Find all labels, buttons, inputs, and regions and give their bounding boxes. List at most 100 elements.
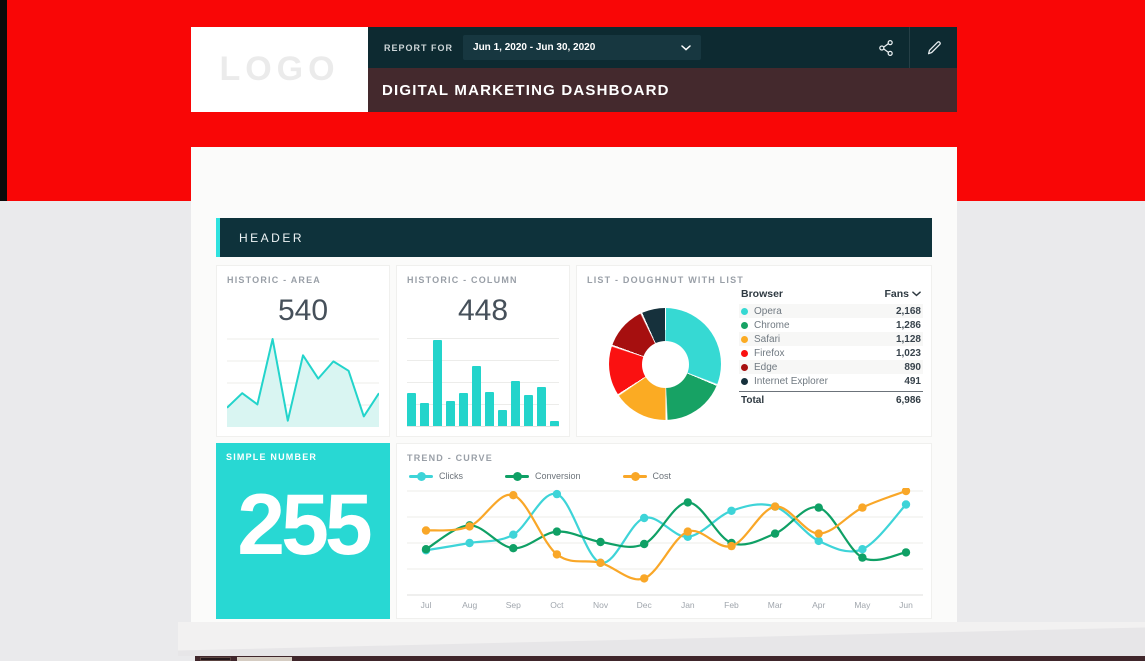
trend-x-axis-labels: Jul Aug Sep Oct Nov Dec Jan Feb Mar Apr May Jun	[407, 600, 923, 614]
legend-label: Clicks	[439, 471, 463, 481]
table-rows: Opera 2,168 Chrome 1,286 Safari 1,128 Firefox 1…	[739, 304, 923, 388]
column-header-browser: Browser	[741, 288, 784, 300]
fans-value: 2,168	[895, 305, 921, 317]
share-icon	[878, 39, 893, 56]
fans-value: 1,023	[895, 347, 921, 359]
legend-item[interactable]: Cost	[622, 471, 672, 481]
page-fold-decoration	[178, 622, 1145, 656]
column-bar	[472, 365, 481, 426]
left-edge-strip	[0, 0, 7, 201]
fans-value: 890	[904, 361, 921, 373]
column-bar	[498, 409, 507, 426]
sort-chevron-down-icon	[912, 291, 921, 297]
card-historic-area: HISTORIC - AREA 540	[216, 265, 390, 437]
month-label: Sep	[505, 600, 521, 610]
browser-label: Edge	[754, 361, 778, 373]
browser-label: Opera	[754, 305, 782, 317]
dashboard-page: LOGO REPORT FOR Jun 1, 2020 - Jun 30, 20…	[0, 0, 1145, 661]
table-row: Internet Explorer 491	[739, 374, 923, 388]
table-total-row: Total 6,986	[739, 391, 923, 409]
total-value: 6,986	[895, 395, 921, 406]
series-color-dot	[741, 377, 748, 385]
fans-value: 1,128	[895, 333, 921, 345]
logo: LOGO	[191, 27, 368, 112]
card-simple-number: SIMPLE NUMBER 255	[216, 443, 390, 619]
table-row: Safari 1,128	[739, 332, 923, 346]
header-banner-label: HEADER	[239, 230, 305, 245]
browser-label: Internet Explorer	[754, 375, 828, 387]
month-label: May	[854, 600, 871, 610]
column-header-fans-sort[interactable]: Fans	[884, 288, 921, 300]
month-label: Aug	[462, 600, 478, 610]
doughnut-chart	[609, 308, 721, 420]
report-panel: HEADER HISTORIC - AREA 540 HISTORIC - CO…	[191, 147, 957, 622]
card-title: HISTORIC - COLUMN	[407, 275, 518, 285]
trend-line-chart	[407, 488, 923, 598]
chevron-down-icon	[681, 44, 691, 51]
header-banner: HEADER	[216, 218, 932, 257]
series-color-dot	[741, 349, 748, 357]
area-chart	[227, 335, 379, 427]
total-label: Total	[741, 395, 765, 406]
month-label: Jan	[680, 600, 695, 610]
month-label: Dec	[636, 600, 652, 610]
column-bar	[446, 400, 455, 426]
column-bar	[524, 395, 533, 426]
card-doughnut-list: LIST - DOUGHNUT WITH LIST Browser Fans O…	[576, 265, 932, 437]
series-color-dot	[741, 363, 748, 371]
column-bar	[537, 386, 546, 426]
series-color-dot	[741, 321, 748, 329]
month-label: Jul	[420, 600, 432, 610]
column-bar	[459, 393, 468, 426]
legend-line-icon	[622, 471, 647, 481]
historic-column-value: 448	[457, 294, 509, 327]
column-bar	[485, 392, 494, 426]
table-header: Browser Fans	[739, 286, 923, 304]
column-bar	[420, 403, 429, 426]
browser-label: Firefox	[754, 347, 785, 359]
card-title: TREND - CURVE	[407, 453, 493, 463]
card-title: LIST - DOUGHNUT WITH LIST	[587, 275, 744, 285]
fans-value: 491	[904, 375, 921, 387]
edit-button[interactable]	[910, 27, 957, 68]
series-color-dot	[741, 307, 748, 315]
table-row: Firefox 1,023	[739, 346, 923, 360]
table-row: Opera 2,168	[739, 304, 923, 318]
next-page-edge	[195, 656, 1145, 661]
doughnut-hole	[641, 340, 689, 388]
legend-item[interactable]: Clicks	[409, 471, 463, 481]
column-bar	[407, 393, 416, 426]
month-label: Oct	[550, 600, 564, 610]
legend-item[interactable]: Conversion	[505, 471, 581, 481]
table-row: Chrome 1,286	[739, 318, 923, 332]
date-range-dropdown[interactable]: Jun 1, 2020 - Jun 30, 2020	[463, 35, 702, 60]
date-range-value: Jun 1, 2020 - Jun 30, 2020	[473, 42, 596, 53]
browser-fans-table: Browser Fans Opera 2,168 Chrome 1,286 Safari…	[739, 286, 923, 409]
simple-number-value: 255	[237, 477, 373, 573]
browser-label: Safari	[754, 333, 781, 345]
month-label: Jun	[899, 600, 913, 610]
trend-legend: Clicks Conversion Cost	[409, 471, 921, 481]
dashboard-title: DIGITAL MARKETING DASHBOARD	[382, 81, 670, 99]
month-label: Nov	[592, 600, 609, 610]
table-row: Edge 890	[739, 360, 923, 374]
report-for-label: REPORT FOR	[384, 42, 454, 53]
topbar-actions	[862, 27, 957, 68]
month-label: Apr	[812, 600, 826, 610]
card-historic-column: HISTORIC - COLUMN 448	[396, 265, 570, 437]
series-color-dot	[741, 335, 748, 343]
legend-line-icon	[505, 471, 529, 481]
column-bar	[433, 339, 442, 426]
card-title: HISTORIC - AREA	[227, 275, 322, 285]
column-bar	[511, 380, 520, 426]
report-topbar: REPORT FOR Jun 1, 2020 - Jun 30, 2020	[368, 27, 957, 68]
fans-value: 1,286	[895, 319, 921, 331]
column-bar	[550, 420, 559, 426]
legend-line-icon	[409, 471, 433, 481]
share-button[interactable]	[862, 27, 909, 68]
legend-label: Cost	[652, 471, 672, 481]
month-label: Mar	[767, 600, 783, 610]
card-trend-curve: TREND - CURVE Clicks Conversion Cost Jul Au…	[396, 443, 932, 619]
dashboard-titlebar: DIGITAL MARKETING DASHBOARD	[368, 68, 957, 112]
card-title: SIMPLE NUMBER	[226, 452, 318, 462]
